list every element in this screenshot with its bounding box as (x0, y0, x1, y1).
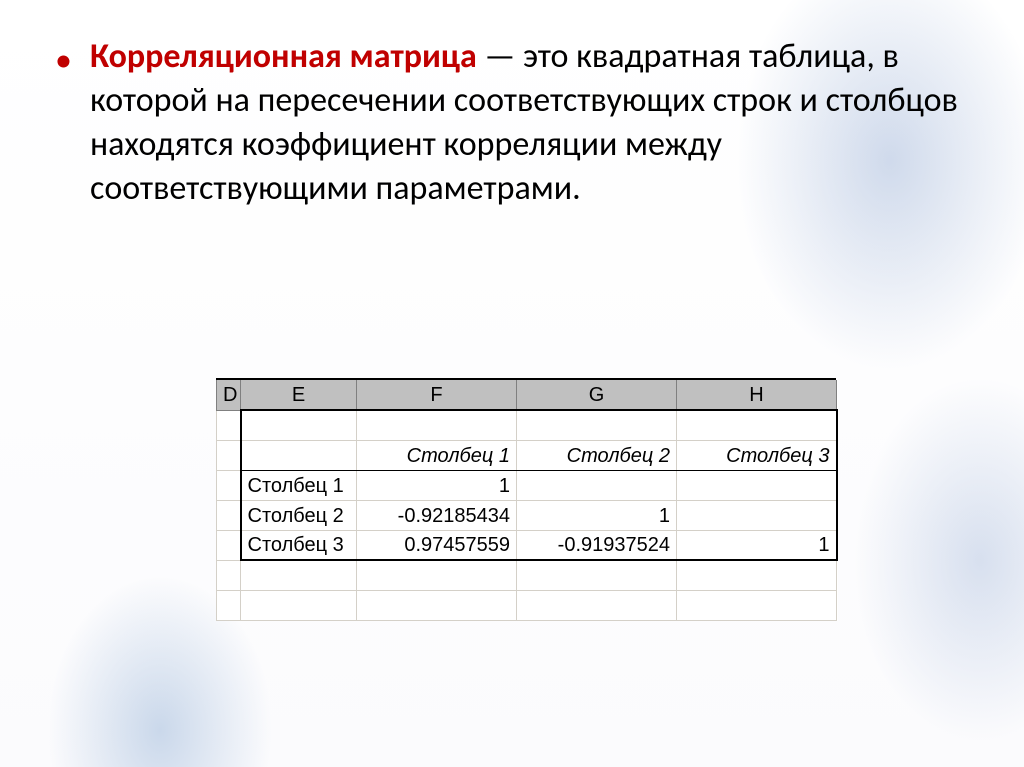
column-header-row: D E F G H (217, 380, 837, 410)
row-label: Столбец 2 (241, 500, 357, 530)
cell: 1 (517, 500, 677, 530)
table-row: Столбец 1 1 (217, 470, 837, 500)
cell: -0.92185434 (357, 500, 517, 530)
col-label-2: Столбец 2 (517, 440, 677, 470)
slide: • Корреляционная матрица — это квадратна… (0, 0, 1024, 767)
correlation-table: D E F G H Столбец 1 Столбец 2 Столбец (216, 380, 838, 621)
table-row: Столбец 1 Столбец 2 Столбец 3 (217, 440, 837, 470)
bullet-marker: • (55, 39, 72, 83)
col-header-F: F (357, 380, 517, 410)
col-header-H: H (677, 380, 837, 410)
bullet-text: Корреляционная матрица — это квадратная … (90, 35, 964, 211)
cell: 1 (357, 470, 517, 500)
col-header-E: E (241, 380, 357, 410)
row-label: Столбец 3 (241, 530, 357, 560)
cell (517, 470, 677, 500)
slide-body: • Корреляционная матрица — это квадратна… (55, 35, 964, 211)
cell: -0.91937524 (517, 530, 677, 560)
col-label-1: Столбец 1 (357, 440, 517, 470)
cell: 1 (677, 530, 837, 560)
table-row (217, 410, 837, 440)
col-label-3: Столбец 3 (677, 440, 837, 470)
table-row (217, 590, 837, 620)
col-header-D: D (217, 380, 241, 410)
table-row: Столбец 3 0.97457559 -0.91937524 1 (217, 530, 837, 560)
table-row: Столбец 2 -0.92185434 1 (217, 500, 837, 530)
cell: 0.97457559 (357, 530, 517, 560)
spreadsheet-snippet: D E F G H Столбец 1 Столбец 2 Столбец (216, 378, 836, 621)
row-label: Столбец 1 (241, 470, 357, 500)
cell (677, 470, 837, 500)
bullet-item: • Корреляционная матрица — это квадратна… (55, 35, 964, 211)
cell (677, 500, 837, 530)
term-highlight: Корреляционная матрица (90, 36, 477, 77)
col-header-G: G (517, 380, 677, 410)
table-row (217, 560, 837, 590)
